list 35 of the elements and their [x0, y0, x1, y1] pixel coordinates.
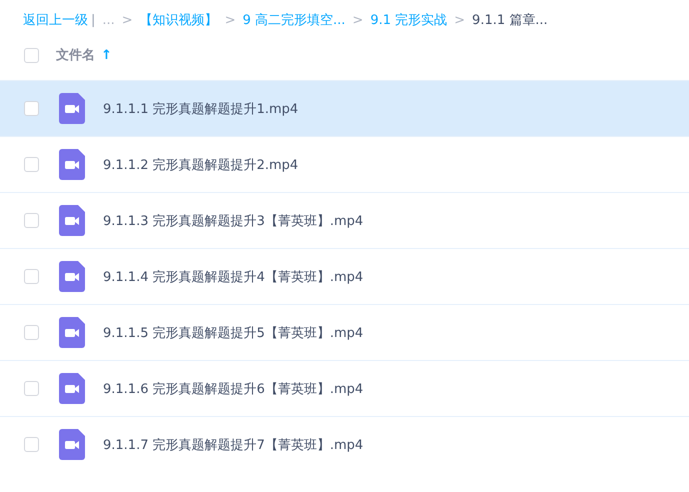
breadcrumb-separator: >: [352, 12, 364, 28]
select-all-checkbox[interactable]: [24, 48, 39, 62]
row-checkbox[interactable]: [24, 325, 39, 340]
row-checkbox[interactable]: [24, 101, 39, 116]
row-checkbox[interactable]: [24, 213, 39, 228]
breadcrumb-separator: >: [122, 12, 133, 28]
video-file-icon: [59, 317, 85, 348]
video-file-icon: [59, 93, 85, 124]
video-file-icon: [59, 205, 85, 236]
breadcrumb-divider: |: [91, 12, 96, 28]
file-name[interactable]: 9.1.1.6 完形真题解题提升6【菁英班】.mp4: [103, 380, 364, 398]
row-checkbox[interactable]: [24, 381, 39, 396]
file-row[interactable]: 9.1.1.3 完形真题解题提升3【菁英班】.mp4: [0, 192, 689, 248]
row-checkbox[interactable]: [24, 157, 39, 172]
file-name[interactable]: 9.1.1.1 完形真题解题提升1.mp4: [103, 100, 298, 118]
file-name[interactable]: 9.1.1.5 完形真题解题提升5【菁英班】.mp4: [103, 324, 364, 342]
file-row[interactable]: 9.1.1.1 完形真题解题提升1.mp4: [0, 80, 689, 136]
breadcrumb-separator: >: [454, 12, 466, 28]
file-row[interactable]: 9.1.1.5 完形真题解题提升5【菁英班】.mp4: [0, 304, 689, 360]
breadcrumb-separator: >: [224, 12, 236, 28]
row-checkbox[interactable]: [24, 437, 39, 452]
file-row[interactable]: 9.1.1.2 完形真题解题提升2.mp4: [0, 136, 689, 192]
row-checkbox[interactable]: [24, 269, 39, 284]
file-row[interactable]: 9.1.1.4 完形真题解题提升4【菁英班】.mp4: [0, 248, 689, 304]
breadcrumb-current: 9.1.1 篇章...: [472, 12, 548, 29]
video-file-icon: [59, 261, 85, 292]
video-file-icon: [59, 149, 85, 180]
file-name[interactable]: 9.1.1.2 完形真题解题提升2.mp4: [103, 156, 298, 174]
file-row[interactable]: 9.1.1.7 完形真题解题提升7【菁英班】.mp4: [0, 416, 689, 472]
video-file-icon: [59, 429, 85, 460]
video-file-icon: [59, 373, 85, 404]
file-name[interactable]: 9.1.1.7 完形真题解题提升7【菁英班】.mp4: [103, 436, 364, 454]
file-row[interactable]: 9.1.1.6 完形真题解题提升6【菁英班】.mp4: [0, 360, 689, 416]
file-name[interactable]: 9.1.1.3 完形真题解题提升3【菁英班】.mp4: [103, 212, 364, 230]
file-name[interactable]: 9.1.1.4 完形真题解题提升4【菁英班】.mp4: [103, 268, 364, 286]
